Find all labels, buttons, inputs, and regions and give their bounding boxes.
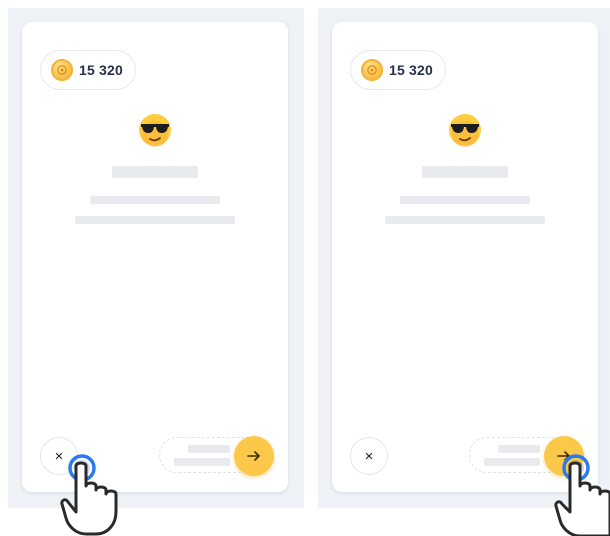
next-label-placeholder — [174, 458, 230, 466]
title-placeholder — [422, 166, 508, 178]
coin-count: 15 320 — [389, 62, 434, 78]
coin-count: 15 320 — [79, 62, 124, 78]
text-line-placeholder — [90, 196, 220, 204]
coin-icon — [51, 59, 73, 81]
text-line-placeholder — [75, 216, 235, 224]
close-icon: × — [364, 447, 374, 465]
next-label-placeholder — [188, 445, 230, 453]
sunglasses-face-emoji — [139, 114, 171, 147]
title-placeholder — [112, 166, 198, 178]
next-button[interactable] — [234, 436, 274, 476]
right-screen-card: 15 320 × — [332, 22, 598, 492]
coin-balance: 15 320 — [40, 50, 137, 90]
sunglasses-face-emoji — [449, 114, 481, 147]
hand-pointer-icon — [60, 454, 118, 536]
coin-icon — [361, 59, 383, 81]
text-line-placeholder — [400, 196, 530, 204]
next-label-placeholder — [484, 458, 540, 466]
text-line-placeholder — [385, 216, 545, 224]
left-screen-card: 15 320 × — [22, 22, 288, 492]
hand-pointer-icon — [554, 454, 610, 536]
coin-balance: 15 320 — [350, 50, 447, 90]
close-button[interactable]: × — [350, 437, 388, 475]
arrow-right-icon — [247, 451, 260, 461]
next-label-placeholder — [498, 445, 540, 453]
